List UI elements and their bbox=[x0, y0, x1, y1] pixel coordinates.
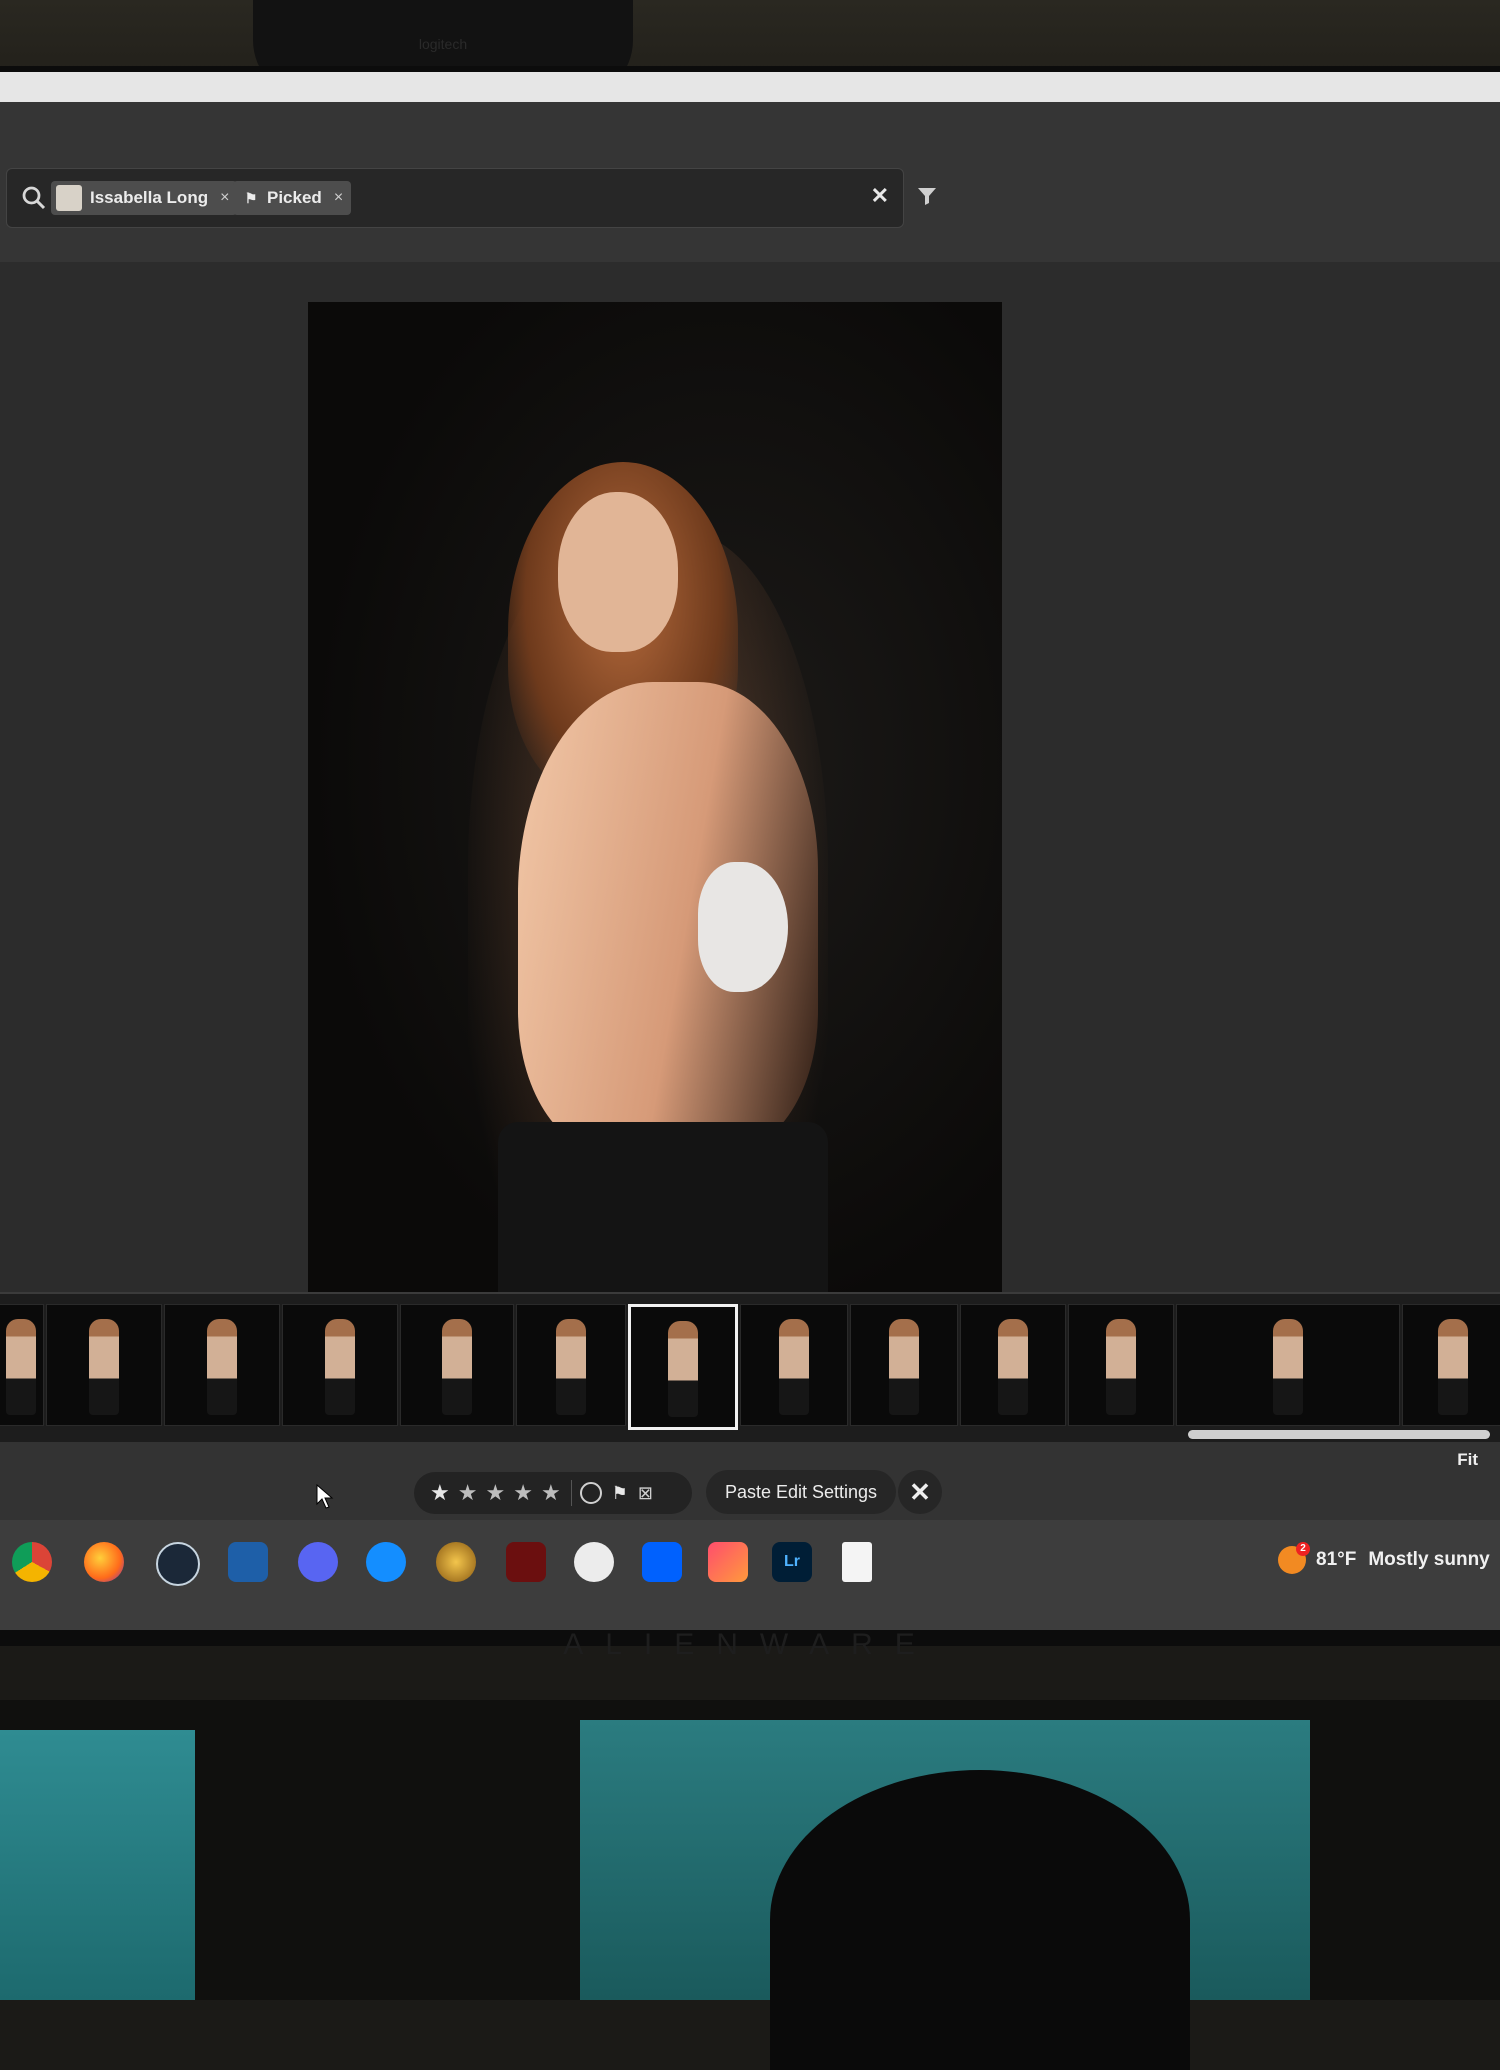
star-rating-1[interactable]: ★ bbox=[430, 1480, 450, 1506]
clear-search-button[interactable]: ✕ bbox=[871, 183, 889, 209]
davinci-resolve-icon[interactable] bbox=[228, 1542, 268, 1582]
search-input[interactable]: Issabella Long × ⚑ Picked × ✕ bbox=[6, 168, 904, 228]
discord-icon[interactable] bbox=[298, 1542, 338, 1582]
pick-flag-button[interactable]: ⚑ bbox=[612, 1483, 628, 1504]
star-rating-2[interactable]: ★ bbox=[458, 1480, 478, 1506]
weather-condition: Mostly sunny bbox=[1368, 1549, 1490, 1570]
webcam-brand: logitech bbox=[418, 36, 468, 52]
filmstrip-thumbnail[interactable] bbox=[282, 1304, 398, 1426]
monitor-brand-label: ALIENWARE bbox=[563, 1628, 937, 1661]
creative-cloud-icon[interactable] bbox=[708, 1542, 748, 1582]
filmstrip-thumbnail[interactable] bbox=[960, 1304, 1066, 1426]
lightroom-label: Lr bbox=[784, 1553, 800, 1570]
star-rating-4[interactable]: ★ bbox=[513, 1480, 533, 1506]
search-icon bbox=[22, 186, 46, 210]
zoom-fit-button[interactable]: Fit bbox=[1457, 1450, 1478, 1470]
desk-area bbox=[0, 1700, 1500, 2070]
chair-silhouette bbox=[770, 1770, 1190, 2070]
filmstrip-thumbnail[interactable] bbox=[850, 1304, 958, 1426]
paste-edit-settings-button[interactable]: Paste Edit Settings bbox=[706, 1470, 896, 1514]
lightroom-icon[interactable]: Lr bbox=[772, 1542, 812, 1582]
dropbox-icon[interactable] bbox=[642, 1542, 682, 1582]
filmstrip-thumbnail[interactable] bbox=[46, 1304, 162, 1426]
firefox-icon[interactable] bbox=[84, 1542, 124, 1582]
filter-bar: Issabella Long × ⚑ Picked × ✕ bbox=[0, 102, 1500, 263]
reject-flag-button[interactable]: ⊠ bbox=[638, 1483, 653, 1504]
monitor-screen: Issabella Long × ⚑ Picked × ✕ Fit ★ ★ ★ … bbox=[0, 72, 1500, 1630]
bottom-toolbar: Fit ★ ★ ★ ★ ★ ⚑ ⊠ Paste Edit Settings ✕ bbox=[0, 1442, 1500, 1520]
remove-picked-filter-button[interactable]: × bbox=[334, 189, 343, 207]
notification-badge: 2 bbox=[1296, 1542, 1310, 1556]
main-photo[interactable] bbox=[308, 302, 1002, 1332]
divider bbox=[570, 1480, 572, 1506]
chrome-icon[interactable] bbox=[12, 1542, 52, 1582]
filter-icon[interactable] bbox=[915, 184, 939, 208]
star-rating-3[interactable]: ★ bbox=[485, 1480, 505, 1506]
close-toolbar-button[interactable]: ✕ bbox=[898, 1470, 942, 1514]
filter-chip-picked[interactable]: ⚑ Picked × bbox=[233, 181, 352, 215]
weather-widget[interactable]: 2 81°F Mostly sunny bbox=[1278, 1542, 1490, 1574]
filter-chip-person[interactable]: Issabella Long × bbox=[51, 181, 238, 215]
weather-temperature: 81°F bbox=[1316, 1549, 1357, 1570]
diablo-icon[interactable] bbox=[506, 1542, 546, 1582]
steam-icon[interactable] bbox=[156, 1542, 200, 1586]
person-avatar bbox=[56, 185, 82, 211]
filmstrip-thumbnail[interactable] bbox=[164, 1304, 280, 1426]
star-rating-5[interactable]: ★ bbox=[541, 1480, 561, 1506]
weather-sun-icon: 2 bbox=[1278, 1542, 1310, 1574]
battlenet-icon[interactable] bbox=[366, 1542, 406, 1582]
filmstrip-thumbnail[interactable] bbox=[1068, 1304, 1174, 1426]
filmstrip-thumbnail[interactable] bbox=[516, 1304, 626, 1426]
world-of-warcraft-icon[interactable] bbox=[436, 1542, 476, 1582]
remove-person-filter-button[interactable]: × bbox=[220, 189, 229, 207]
filmstrip-thumbnail[interactable] bbox=[740, 1304, 848, 1426]
secondary-monitor bbox=[0, 1730, 195, 2000]
filmstrip-scrollbar[interactable] bbox=[1188, 1430, 1490, 1439]
color-label-icon[interactable] bbox=[579, 1482, 602, 1504]
filmstrip bbox=[0, 1292, 1500, 1444]
app-icon[interactable] bbox=[574, 1542, 614, 1582]
rating-and-flag-controls: ★ ★ ★ ★ ★ ⚑ ⊠ bbox=[414, 1472, 692, 1514]
filmstrip-thumbnail[interactable] bbox=[400, 1304, 514, 1426]
filter-chip-picked-label: Picked bbox=[267, 188, 322, 207]
flag-icon: ⚑ bbox=[244, 189, 258, 206]
taskbar: Lr 2 81°F Mostly sunny bbox=[0, 1520, 1500, 1630]
filmstrip-thumbnail[interactable] bbox=[0, 1304, 44, 1426]
filmstrip-thumbnail[interactable] bbox=[1402, 1304, 1500, 1426]
filmstrip-thumbnail-selected[interactable] bbox=[628, 1304, 738, 1430]
filter-chip-person-label: Issabella Long bbox=[90, 188, 209, 207]
window-edge bbox=[0, 72, 1500, 102]
loupe-view bbox=[0, 262, 1500, 1332]
document-icon[interactable] bbox=[842, 1542, 872, 1582]
mouse-cursor-icon bbox=[316, 1484, 334, 1509]
filmstrip-thumbnail[interactable] bbox=[1176, 1304, 1400, 1426]
